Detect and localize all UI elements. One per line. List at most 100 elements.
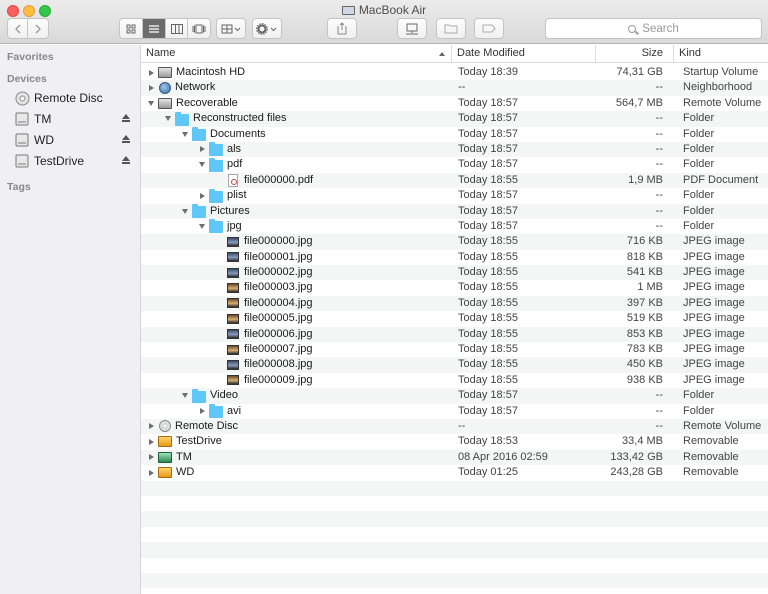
table-row[interactable]: file000005.jpg Today 18:55 519 KB JPEG imag… [141,311,768,326]
disclosure-open-icon[interactable] [163,111,173,126]
jpeg-image-icon [227,359,239,370]
table-row[interactable]: als Today 18:57 -- Folder [141,141,768,158]
triangle-icon [148,423,154,430]
action-button[interactable] [252,18,282,39]
size-cell: -- [655,419,663,432]
eject-icon[interactable] [122,156,130,164]
name-cell: Video [141,388,447,403]
column-header-kind[interactable]: Kind [674,45,768,63]
arrange-button[interactable] [216,18,246,39]
disclosure-closed-icon[interactable] [197,404,207,419]
table-row[interactable]: file000000.jpg Today 18:55 716 KB JPEG imag… [141,234,768,250]
table-row[interactable]: file000004.jpg Today 18:55 397 KB JPEG imag… [141,295,768,312]
sidebar-tags-header[interactable]: Tags [7,181,31,193]
name-cell: WD [141,465,447,480]
size-cell: 853 KB [626,327,663,340]
table-row[interactable]: Network -- -- Neighborhood [141,80,768,96]
sidebar-item-wd[interactable]: WD [14,131,136,149]
disclosure-open-icon[interactable] [146,96,156,111]
cover-flow-button[interactable] [188,19,210,38]
disclosure-closed-icon[interactable] [146,65,156,80]
table-row[interactable]: file000008.jpg Today 18:55 450 KB JPEG imag… [141,357,768,373]
name-cell: Remote Disc [141,419,447,434]
new-folder-button[interactable] [436,18,466,39]
disclosure-closed-icon[interactable] [146,419,156,434]
sidebar-devices-header[interactable]: Devices [7,73,47,85]
disclosure-closed-icon[interactable] [146,80,156,95]
icon-view-icon [126,24,136,33]
kind-cell: JPEG image [683,343,745,356]
disclosure-closed-icon[interactable] [146,450,156,465]
sidebar-item-testdrive[interactable]: TestDrive [14,152,136,170]
table-row[interactable]: file000000.pdf Today 18:55 1,9 MB PDF Docum… [141,172,768,189]
table-row[interactable]: Macintosh HD Today 18:39 74,31 GB Startup V… [141,65,768,80]
table-row[interactable]: jpg Today 18:57 -- Folder [141,219,768,234]
eject-icon[interactable] [122,114,130,122]
column-view-button[interactable] [166,19,188,38]
table-row[interactable]: file000007.jpg Today 18:55 783 KB JPEG imag… [141,342,768,357]
cover-flow-icon [192,24,206,33]
jpeg-image-icon [227,267,239,278]
forward-button[interactable] [28,19,48,38]
column-header-name[interactable]: Name [141,45,452,63]
file-name: jpg [227,219,242,232]
tags-button[interactable] [474,18,504,39]
icon-view-button[interactable] [120,19,143,38]
date-cell: Today 18:55 [458,327,518,340]
share-button[interactable] [327,18,357,39]
table-row[interactable]: Remote Disc -- -- Remote Volume [141,418,768,435]
table-row[interactable]: file000002.jpg Today 18:55 541 KB JPEG imag… [141,265,768,281]
kind-cell: Removable [683,435,739,448]
eject-icon[interactable] [122,135,130,143]
back-button[interactable] [8,19,28,38]
table-row[interactable]: TM 08 Apr 2016 02:59 133,42 GB Removable [141,449,768,466]
date-cell: Today 18:57 [458,204,518,217]
date-cell: Today 18:57 [458,112,518,125]
disclosure-closed-icon[interactable] [146,465,156,480]
triangle-icon [148,469,154,476]
table-row[interactable]: avi Today 18:57 -- Folder [141,404,768,419]
disclosure-open-icon[interactable] [180,127,190,142]
table-row[interactable]: file000006.jpg Today 18:55 853 KB JPEG imag… [141,326,768,343]
table-row[interactable]: file000001.jpg Today 18:55 818 KB JPEG imag… [141,250,768,265]
table-row[interactable]: WD Today 01:25 243,28 GB Removable [141,465,768,480]
disclosure-open-icon[interactable] [197,219,207,234]
table-row[interactable]: Recoverable Today 18:57 564,7 MB Remote Vol… [141,96,768,111]
column-view-icon [170,23,183,34]
table-row[interactable]: file000009.jpg Today 18:55 938 KB JPEG imag… [141,373,768,388]
disclosure-closed-icon[interactable] [197,188,207,203]
kind-cell: Folder [683,127,715,140]
table-row[interactable]: pdf Today 18:57 -- Folder [141,157,768,172]
table-row[interactable]: file000003.jpg Today 18:55 1 MB JPEG image [141,280,768,295]
sidebar-favorites-header[interactable]: Favorites [7,51,54,63]
date-cell: -- [458,81,466,94]
table-row[interactable]: Reconstructed files Today 18:57 -- Folder [141,111,768,127]
kind-cell: JPEG image [683,358,745,371]
triangle-icon [199,192,205,199]
connect-button[interactable] [397,18,427,39]
file-name: Network [175,81,216,94]
table-row[interactable]: plist Today 18:57 -- Folder [141,188,768,203]
disclosure-closed-icon[interactable] [146,434,156,449]
column-header-size[interactable]: Size [596,45,674,63]
search-field[interactable]: Search [545,18,762,39]
disclosure-open-icon[interactable] [180,204,190,219]
table-row[interactable]: Video Today 18:57 -- Folder [141,388,768,404]
window-title-text: MacBook Air [358,3,427,17]
disclosure-open-icon[interactable] [180,388,190,403]
window-toolbar: MacBook Air Search [0,0,768,44]
disclosure-closed-icon[interactable] [197,142,207,157]
sidebar-item-remote-disc[interactable]: Remote Disc [14,89,136,107]
cd-icon [159,420,171,433]
table-row[interactable]: TestDrive Today 18:53 33,4 MB Removable [141,434,768,449]
list-view-button[interactable] [143,19,166,38]
table-row[interactable]: Documents Today 18:57 -- Folder [141,127,768,142]
disclosure-open-icon[interactable] [197,157,207,172]
sidebar-item-tm[interactable]: TM [14,110,136,128]
size-cell: -- [655,112,663,125]
column-header-date[interactable]: Date Modified [452,45,596,63]
table-row[interactable]: Pictures Today 18:57 -- Folder [141,203,768,219]
